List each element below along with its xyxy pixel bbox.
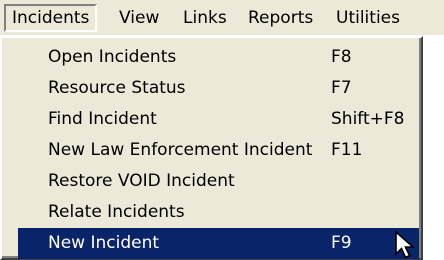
menu-item-find-incident[interactable]: Find Incident Shift+F8: [18, 104, 419, 135]
menu-item-relate-incidents[interactable]: Relate Incidents: [18, 197, 419, 228]
menu-item-shortcut: F11: [331, 140, 363, 160]
menu-incidents[interactable]: Incidents: [4, 4, 98, 32]
menu-item-restore-void-incident[interactable]: Restore VOID Incident: [18, 166, 419, 197]
menu-item-new-incident[interactable]: New Incident F9: [18, 228, 419, 259]
menu-item-resource-status[interactable]: Resource Status F7: [18, 73, 419, 104]
menu-item-label: Find Incident: [48, 109, 157, 129]
menu-item-label: Resource Status: [48, 78, 186, 98]
incidents-dropdown-menu: Open Incidents F8 Resource Status F7 Fin…: [0, 36, 423, 260]
menu-item-new-law-enforcement-incident[interactable]: New Law Enforcement Incident F11: [18, 135, 419, 166]
menu-item-label: Open Incidents: [48, 47, 177, 67]
arrow-cursor-icon: [395, 230, 416, 259]
menu-reports[interactable]: Reports: [248, 4, 313, 32]
menu-view[interactable]: View: [119, 4, 159, 32]
menu-links[interactable]: Links: [183, 4, 227, 32]
menu-item-open-incidents[interactable]: Open Incidents F8: [18, 42, 419, 73]
menu-item-shortcut: Shift+F8: [331, 109, 405, 129]
menu-item-shortcut: F7: [331, 78, 352, 98]
menu-item-shortcut: F8: [331, 47, 352, 67]
menu-item-shortcut: F9: [331, 233, 352, 253]
menu-item-label: New Incident: [48, 233, 160, 253]
menu-item-label: Relate Incidents: [48, 202, 185, 222]
menu-bar: Incidents View Links Reports Utilities: [0, 0, 444, 36]
menu-item-label: New Law Enforcement Incident: [48, 140, 313, 160]
menu-item-label: Restore VOID Incident: [48, 171, 235, 191]
menu-utilities[interactable]: Utilities: [336, 4, 400, 32]
